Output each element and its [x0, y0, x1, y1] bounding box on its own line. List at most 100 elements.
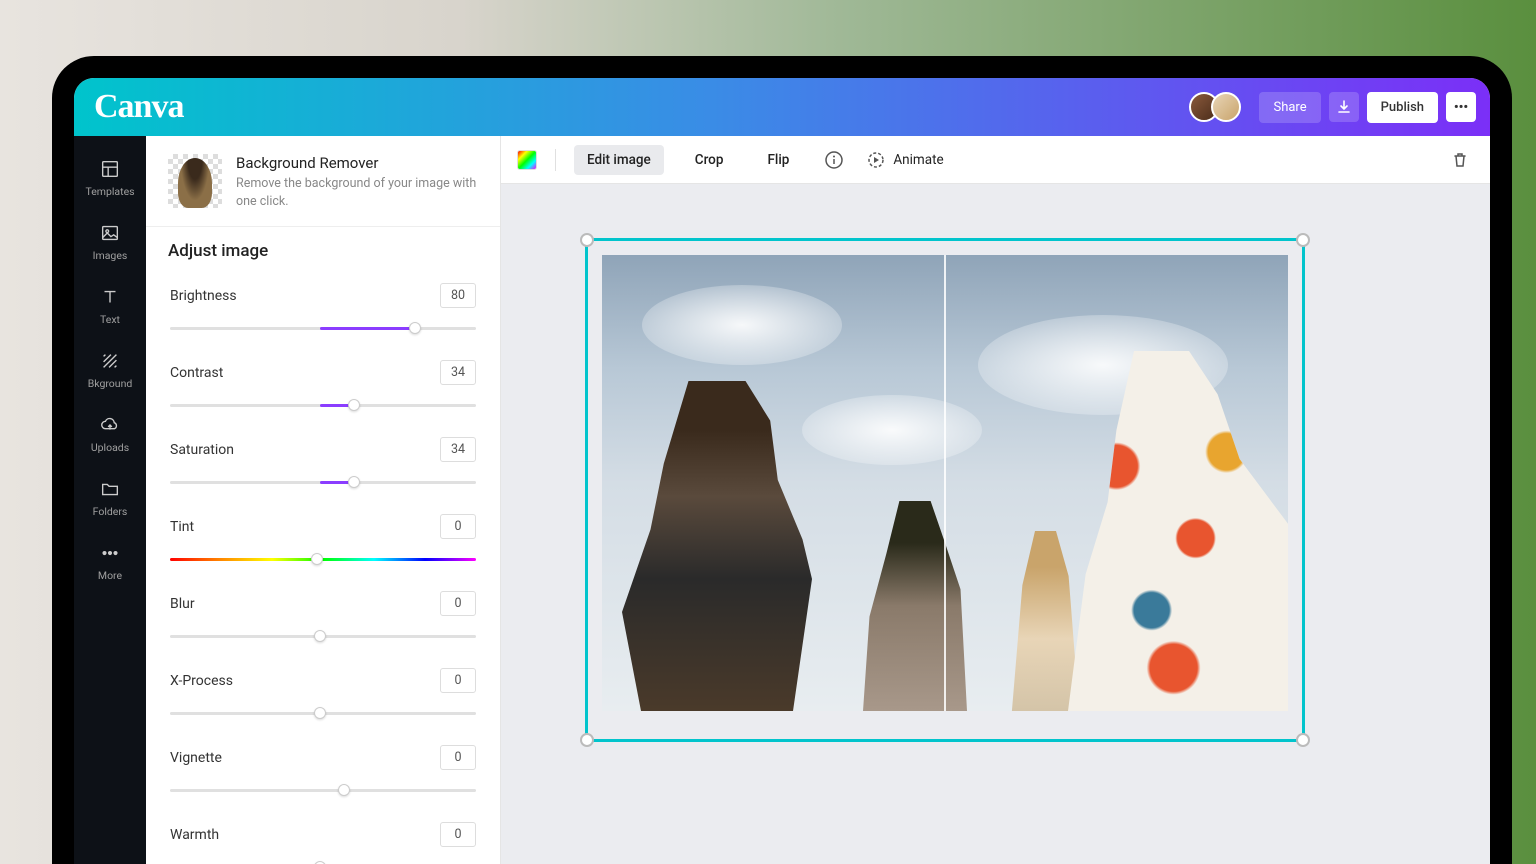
adjust-image-header: Adjust image: [146, 226, 500, 277]
slider-value[interactable]: 0: [440, 591, 476, 616]
slider-track[interactable]: [170, 707, 476, 719]
download-icon: [1336, 99, 1352, 115]
comparison-divider[interactable]: [944, 255, 946, 711]
bg-remover-title: Background Remover: [236, 154, 478, 172]
slider-label: Contrast: [170, 365, 223, 381]
slider-contrast: Contrast 34: [170, 360, 476, 411]
sidebar-item-label: Folders: [93, 505, 128, 518]
divider: [555, 149, 556, 171]
slider-label: Brightness: [170, 288, 237, 304]
slider-value[interactable]: 0: [440, 745, 476, 770]
slider-track[interactable]: [170, 553, 476, 565]
sliders-list: Brightness80Contrast34Saturation34Tint0B…: [146, 277, 500, 864]
resize-handle-tl[interactable]: [580, 233, 594, 247]
slider-value[interactable]: 0: [440, 514, 476, 539]
photo-subject: [850, 501, 980, 711]
slider-knob[interactable]: [348, 399, 360, 411]
slider-track[interactable]: [170, 630, 476, 642]
slider-knob[interactable]: [311, 553, 323, 565]
slider-knob[interactable]: [314, 630, 326, 642]
background-remover-card[interactable]: Background Remover Remove the background…: [146, 136, 500, 226]
sky-decoration: [802, 395, 982, 465]
slider-warmth: Warmth 0: [170, 822, 476, 864]
resize-handle-tr[interactable]: [1296, 233, 1310, 247]
bg-remover-thumbnail: [168, 154, 222, 208]
collaborator-avatars[interactable]: [1197, 92, 1241, 122]
text-icon: [99, 286, 121, 308]
slider-value[interactable]: 80: [440, 283, 476, 308]
delete-button[interactable]: [1446, 146, 1474, 174]
resize-handle-br[interactable]: [1296, 733, 1310, 747]
slider-vignette: Vignette 0: [170, 745, 476, 796]
topbar: Canva Share Publish •••: [74, 78, 1490, 136]
slider-label: Blur: [170, 596, 195, 612]
slider-knob[interactable]: [409, 322, 421, 334]
sidebar-item-images[interactable]: Images: [74, 210, 146, 274]
info-button[interactable]: [820, 146, 848, 174]
editor-toolbar: Edit image Crop Flip Animate: [501, 136, 1490, 184]
color-picker-button[interactable]: [517, 150, 537, 170]
download-button[interactable]: [1329, 92, 1359, 122]
flip-button[interactable]: Flip: [754, 145, 802, 175]
sky-decoration: [642, 285, 842, 365]
dots-icon: •••: [1454, 100, 1468, 115]
slider-tint: Tint 0: [170, 514, 476, 565]
trash-icon: [1450, 150, 1470, 170]
slider-value[interactable]: 0: [440, 822, 476, 847]
edit-image-button[interactable]: Edit image: [574, 145, 664, 175]
slider-track[interactable]: [170, 322, 476, 334]
sidebar-item-label: Templates: [85, 185, 134, 198]
sidebar-item-label: Images: [93, 249, 128, 262]
avatar[interactable]: [1211, 92, 1241, 122]
share-button[interactable]: Share: [1259, 92, 1320, 123]
sidebar-item-more[interactable]: More: [74, 530, 146, 594]
edit-panel: Background Remover Remove the background…: [146, 136, 500, 864]
slider-value[interactable]: 0: [440, 668, 476, 693]
tablet-frame: Canva Share Publish ••• Templates Images: [52, 56, 1512, 864]
slider-value[interactable]: 34: [440, 360, 476, 385]
slider-track[interactable]: [170, 784, 476, 796]
selection-frame[interactable]: [585, 238, 1305, 742]
slider-blur: Blur 0: [170, 591, 476, 642]
slider-knob[interactable]: [338, 784, 350, 796]
sidebar-item-text[interactable]: Text: [74, 274, 146, 338]
sidebar-item-templates[interactable]: Templates: [74, 146, 146, 210]
slider-track[interactable]: [170, 476, 476, 488]
canvas[interactable]: [501, 184, 1490, 864]
info-icon: [824, 150, 844, 170]
crop-button[interactable]: Crop: [682, 145, 737, 175]
more-icon: [99, 542, 121, 564]
slider-knob[interactable]: [348, 476, 360, 488]
slider-label: X-Process: [170, 673, 233, 689]
slider-knob[interactable]: [314, 707, 326, 719]
folders-icon: [99, 478, 121, 500]
slider-label: Warmth: [170, 827, 219, 843]
slider-track[interactable]: [170, 399, 476, 411]
canvas-area: Edit image Crop Flip Animate: [500, 136, 1490, 864]
publish-button[interactable]: Publish: [1367, 92, 1438, 123]
sidebar-item-label: Uploads: [91, 441, 129, 454]
slider-label: Saturation: [170, 442, 234, 458]
images-icon: [99, 222, 121, 244]
sidebar-item-background[interactable]: Bkground: [74, 338, 146, 402]
app-window: Canva Share Publish ••• Templates Images: [74, 78, 1490, 864]
animate-button[interactable]: Animate: [866, 150, 943, 170]
photo-subject: [622, 381, 812, 711]
sidebar-item-label: Bkground: [88, 377, 133, 390]
slider-label: Vignette: [170, 750, 222, 766]
resize-handle-bl[interactable]: [580, 733, 594, 747]
sidebar-item-label: Text: [100, 313, 120, 326]
templates-icon: [99, 158, 121, 180]
bg-remover-desc: Remove the background of your image with…: [236, 175, 478, 210]
sidebar-item-folders[interactable]: Folders: [74, 466, 146, 530]
more-menu-button[interactable]: •••: [1446, 92, 1476, 122]
sidebar-item-uploads[interactable]: Uploads: [74, 402, 146, 466]
slider-xprocess: X-Process 0: [170, 668, 476, 719]
slider-brightness: Brightness 80: [170, 283, 476, 334]
slider-label: Tint: [170, 519, 194, 535]
sidebar-item-label: More: [98, 569, 122, 582]
logo: Canva: [94, 88, 183, 126]
uploads-icon: [99, 414, 121, 436]
slider-value[interactable]: 34: [440, 437, 476, 462]
sidebar: Templates Images Text Bkground Uploads F…: [74, 136, 146, 864]
